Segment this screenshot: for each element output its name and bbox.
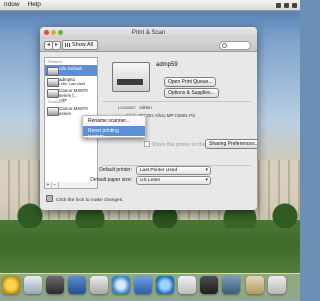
menu-item-help[interactable]: Help — [24, 0, 45, 10]
dock-app-icon[interactable] — [46, 276, 64, 294]
location-label: Location: — [117, 105, 136, 110]
printer-title: admp59 — [156, 62, 178, 68]
menu-item-window[interactable]: ndow — [0, 0, 24, 10]
reset-printing-system-menu-item[interactable]: Reset printing system... — [83, 126, 145, 140]
printer-image — [112, 62, 150, 92]
options-supplies-button[interactable]: Options & Supplies... — [164, 88, 219, 98]
context-menu: Rename scanner... Reset printing system.… — [82, 115, 146, 140]
zoom-button[interactable] — [58, 30, 63, 35]
sharing-preferences-button[interactable]: Sharing Preferences... — [205, 139, 257, 149]
status-icon[interactable] — [284, 2, 289, 8]
printer-name: Idle Default — [59, 66, 82, 71]
lock-row: Click the lock to make changes. — [46, 195, 123, 203]
paper-size-label: Default paper size: — [90, 177, 132, 183]
search-input[interactable] — [219, 41, 251, 50]
window-title: Print & Scan — [131, 30, 166, 36]
printer-icon — [47, 78, 59, 87]
paper-size-select[interactable]: US Letter — [136, 176, 211, 185]
lock-icon[interactable] — [46, 195, 53, 202]
status-icon[interactable] — [292, 2, 297, 8]
dock-app-icon[interactable] — [178, 276, 196, 294]
grid-icon — [65, 43, 70, 47]
printer-status: • Idle — [59, 98, 68, 102]
show-all-label: Show All — [72, 42, 94, 48]
dock-folder-icon[interactable] — [246, 276, 264, 294]
forward-button[interactable]: ▸ — [52, 41, 61, 50]
search-icon — [222, 43, 227, 48]
toolbar: ◂ ▸ Show All — [40, 39, 257, 52]
printer-icon — [47, 67, 59, 76]
dock-app-icon[interactable] — [222, 276, 240, 294]
dock-app-icon[interactable] — [2, 276, 20, 294]
menu-bar: ndow Help — [0, 0, 300, 11]
list-item[interactable]: admp61 • Idle, Last Used — [45, 76, 97, 87]
open-print-queue-button[interactable]: Open Print Queue... — [164, 77, 217, 87]
dock-app-icon[interactable] — [134, 276, 152, 294]
remove-printer-button[interactable]: − — [52, 182, 59, 188]
scanner-icon — [47, 107, 59, 116]
itunes-icon[interactable] — [156, 276, 174, 294]
printer-status: • Idle, Last Used — [59, 82, 86, 86]
status-icon[interactable] — [276, 2, 281, 8]
dock-app-icon[interactable] — [68, 276, 86, 294]
dock-app-icon[interactable] — [200, 276, 218, 294]
dock-app-icon[interactable] — [90, 276, 108, 294]
window-titlebar: Print & Scan — [40, 27, 257, 39]
kind-value: RICOH Aficio MP C5501 PS — [139, 113, 196, 118]
list-footer: + − — [44, 182, 98, 189]
show-all-button[interactable]: Show All — [62, 40, 99, 50]
location-row: Location: Admin — [102, 105, 152, 110]
minimize-button[interactable] — [51, 30, 56, 35]
default-printer-select[interactable]: Last Printer Used — [136, 166, 211, 175]
list-item[interactable]: Idle Default — [45, 65, 97, 76]
dock-app-icon[interactable] — [24, 276, 42, 294]
default-printer-label: Default printer: — [99, 167, 132, 173]
divider — [102, 101, 252, 102]
share-checkbox[interactable] — [144, 141, 150, 147]
close-button[interactable] — [44, 30, 49, 35]
menu-status-icons — [276, 2, 300, 8]
rename-scanner-menu-item[interactable]: Rename scanner... — [83, 116, 145, 126]
lock-text: Click the lock to make changes. — [56, 198, 124, 203]
location-value: Admin — [139, 105, 152, 110]
window-controls — [44, 30, 63, 35]
add-printer-button[interactable]: + — [45, 182, 52, 188]
print-scan-window: Print & Scan ◂ ▸ Show All Printers Idle … — [40, 27, 257, 210]
dock — [0, 273, 300, 301]
list-item[interactable]: Canon MX870 series (... • Idle — [45, 87, 97, 102]
trash-icon[interactable] — [268, 276, 286, 294]
safari-icon[interactable] — [112, 276, 130, 294]
printers-header: Printers — [48, 59, 62, 64]
printer-name: Canon MX870 series (... — [59, 88, 88, 98]
printer-icon — [47, 89, 59, 98]
